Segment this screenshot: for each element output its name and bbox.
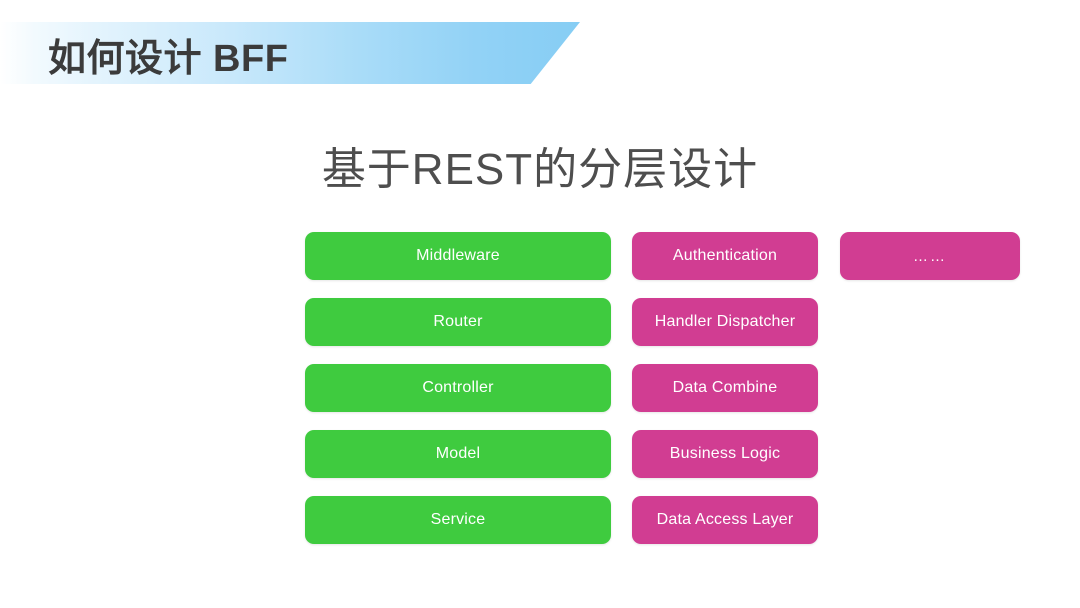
stack-column-rest: Middleware Router Controller Model Servi… bbox=[305, 232, 611, 562]
stack-box[interactable]: Authentication bbox=[632, 232, 818, 280]
section-heading: 基于REST的分层设计 bbox=[321, 145, 759, 194]
stack-box[interactable]: Model bbox=[305, 430, 611, 478]
stack-box[interactable]: Controller bbox=[305, 364, 611, 412]
stack-column-extra: …… bbox=[840, 232, 1020, 298]
stack-box[interactable]: Service bbox=[305, 496, 611, 544]
layered-architecture-diagram: Middleware Router Controller Model Servi… bbox=[305, 232, 1020, 546]
stack-column-bff: Authentication Handler Dispatcher Data C… bbox=[632, 232, 818, 562]
stack-box[interactable]: Router bbox=[305, 298, 611, 346]
stack-box[interactable]: Business Logic bbox=[632, 430, 818, 478]
stack-box-ellipsis[interactable]: …… bbox=[840, 232, 1020, 280]
stack-box[interactable]: Middleware bbox=[305, 232, 611, 280]
page-title: 如何设计 BFF bbox=[48, 37, 289, 80]
stack-box[interactable]: Data Access Layer bbox=[632, 496, 818, 544]
stack-box[interactable]: Handler Dispatcher bbox=[632, 298, 818, 346]
stack-box[interactable]: Data Combine bbox=[632, 364, 818, 412]
